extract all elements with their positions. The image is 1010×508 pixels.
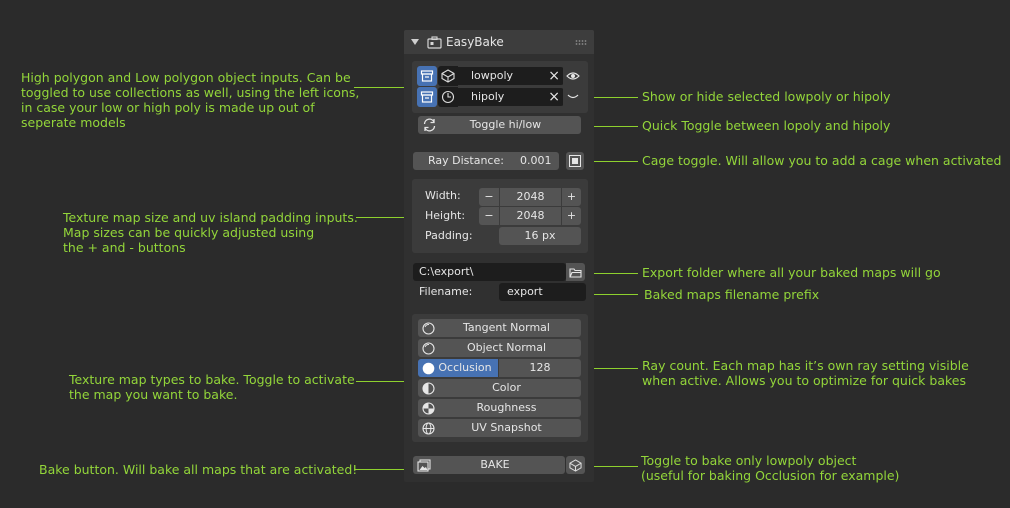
note-quick-toggle: Quick Toggle between lopoly and hipoly — [642, 118, 891, 133]
sphere-icon — [421, 341, 435, 355]
bake-button[interactable]: BAKE — [413, 456, 565, 474]
drag-handle-icon[interactable] — [574, 38, 588, 46]
collection-toggle-lowpoly[interactable] — [417, 66, 437, 86]
height-value[interactable]: 2048 — [500, 207, 561, 225]
map-occlusion-button[interactable]: Occlusion — [418, 359, 498, 377]
map-object-normal-label: Object Normal — [466, 341, 547, 354]
pointer-line-map-types — [356, 381, 410, 382]
collection-toggle-hipoly[interactable] — [417, 87, 437, 107]
export-path-field[interactable]: C:\export\ — [413, 263, 566, 281]
height-label: Height: — [425, 209, 466, 222]
panel-header[interactable]: EasyBake — [404, 30, 594, 54]
occlusion-sphere-icon — [421, 361, 435, 375]
bake-label: BAKE — [480, 458, 510, 471]
note-objects: High polygon and Low polygon object inpu… — [21, 70, 360, 130]
map-color-button[interactable]: Color — [418, 379, 581, 397]
map-tangent-normal-label: Tangent Normal — [463, 321, 550, 334]
filename-label: Filename: — [419, 285, 473, 298]
note-show-hide: Show or hide selected lowpoly or hipoly — [642, 89, 891, 104]
width-plus-button[interactable]: + — [562, 188, 581, 206]
folder-icon[interactable] — [566, 263, 585, 281]
padding-value[interactable]: 16 px — [499, 227, 581, 245]
sphere-icon — [421, 321, 435, 335]
note-lowpoly-only: Toggle to bake only lowpoly object (usef… — [641, 453, 900, 483]
note-cage: Cage toggle. Will allow you to add a cag… — [642, 153, 1002, 168]
collapse-arrow-icon[interactable] — [410, 36, 420, 48]
easybake-panel: EasyBake lowpoly × hipoly × Toggle hi/lo… — [404, 30, 594, 482]
ray-distance-label: Ray Distance: — [428, 154, 504, 167]
map-color-label: Color — [492, 381, 521, 394]
quarter-sphere-icon — [421, 401, 435, 415]
empty-object-icon[interactable] — [438, 87, 458, 107]
map-tangent-normal-button[interactable]: Tangent Normal — [418, 319, 581, 337]
map-roughness-label: Roughness — [476, 401, 537, 414]
map-uv-snapshot-label: UV Snapshot — [471, 421, 542, 434]
half-sphere-icon — [421, 381, 435, 395]
toggle-hi-low-button[interactable]: Toggle hi/low — [418, 116, 581, 134]
lowpoly-object-name: lowpoly — [471, 69, 514, 82]
lowpoly-only-toggle-icon[interactable] — [566, 456, 585, 474]
pointer-line-objects — [354, 87, 410, 88]
width-value[interactable]: 2048 — [500, 188, 561, 206]
occlusion-ray-count-field[interactable]: 128 — [499, 359, 581, 377]
hipoly-object-name: hipoly — [471, 90, 505, 103]
hipoly-object-field[interactable]: hipoly × — [458, 88, 564, 106]
mesh-object-icon[interactable] — [438, 66, 458, 86]
pointer-line-texture-size — [356, 217, 410, 218]
note-bake: Bake button. Will bake all maps that are… — [39, 462, 358, 477]
ray-distance-value: 0.001 — [520, 154, 552, 167]
refresh-icon — [420, 117, 438, 133]
lowpoly-object-field[interactable]: lowpoly × — [458, 67, 564, 85]
ray-distance-field[interactable]: Ray Distance: 0.001 — [413, 152, 559, 170]
map-uv-snapshot-button[interactable]: UV Snapshot — [418, 419, 581, 437]
eye-closed-icon[interactable] — [563, 88, 583, 106]
export-path-value: C:\export\ — [419, 265, 474, 278]
note-map-types: Texture map types to bake. Toggle to act… — [69, 372, 355, 402]
note-export: Export folder where all your baked maps … — [642, 265, 941, 280]
padding-label: Padding: — [425, 229, 473, 242]
note-ray-count: Ray count. Each map has it’s own ray set… — [642, 358, 969, 388]
filename-field[interactable]: export — [499, 283, 586, 301]
image-icon — [416, 458, 432, 472]
clear-hipoly-icon[interactable]: × — [548, 88, 560, 106]
height-plus-button[interactable]: + — [562, 207, 581, 225]
height-minus-button[interactable]: − — [479, 207, 499, 225]
cage-toggle-icon[interactable] — [566, 152, 584, 170]
toggle-hi-low-label: Toggle hi/low — [469, 118, 542, 131]
globe-icon — [421, 421, 435, 435]
note-texture-size: Texture map size and uv island padding i… — [63, 210, 358, 255]
width-label: Width: — [425, 189, 461, 202]
width-minus-button[interactable]: − — [479, 188, 499, 206]
map-roughness-button[interactable]: Roughness — [418, 399, 581, 417]
clear-lowpoly-icon[interactable]: × — [548, 67, 560, 85]
panel-title: EasyBake — [446, 35, 504, 49]
filename-value: export — [507, 285, 543, 298]
briefcase-icon — [426, 34, 442, 50]
eye-icon[interactable] — [563, 67, 583, 85]
note-prefix: Baked maps filename prefix — [644, 287, 820, 302]
map-object-normal-button[interactable]: Object Normal — [418, 339, 581, 357]
